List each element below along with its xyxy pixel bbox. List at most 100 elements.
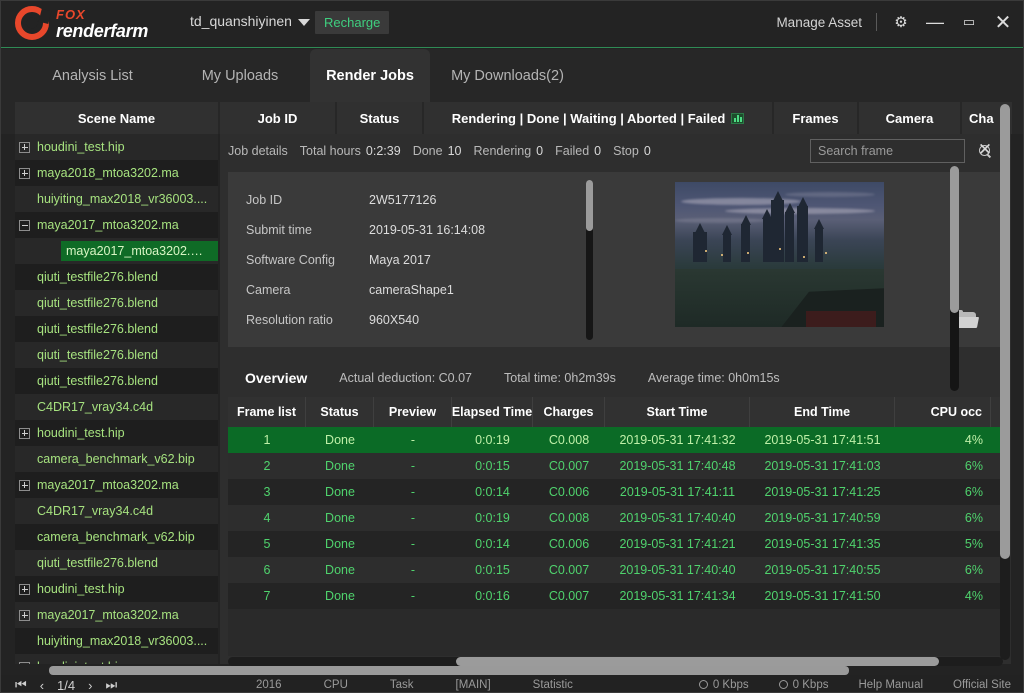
- expand-icon[interactable]: [19, 168, 30, 179]
- expand-icon[interactable]: [19, 584, 30, 595]
- scrollbar-thumb[interactable]: [1000, 104, 1010, 559]
- footer-link[interactable]: Help Manual: [858, 679, 923, 691]
- column-header-job-id[interactable]: Job ID: [220, 102, 335, 134]
- first-page-button[interactable]: ⏮: [15, 677, 27, 693]
- scene-list-item[interactable]: qiuti_testfile276.blend: [15, 342, 218, 368]
- scene-list-item[interactable]: huiyiting_max2018_vr36003....: [15, 186, 218, 212]
- frame-cell-cpu: 4%: [895, 583, 991, 609]
- expand-icon[interactable]: [19, 428, 30, 439]
- scene-list-item[interactable]: qiuti_testfile276.blend: [15, 264, 218, 290]
- job-details-label[interactable]: Job details: [228, 144, 288, 158]
- scene-list-item[interactable]: maya2017_mtoa3202.ma: [15, 602, 218, 628]
- scene-list-item[interactable]: maya2017_mtoa3202.ma..: [15, 238, 218, 264]
- scene-name-list[interactable]: houdini_test.hipmaya2018_mtoa3202.mahuiy…: [15, 134, 218, 664]
- scene-list-item[interactable]: qiuti_testfile276.blend: [15, 316, 218, 342]
- footer-link[interactable]: Official Site: [953, 679, 1011, 691]
- column-header-scene-name[interactable]: Scene Name: [15, 102, 218, 134]
- scene-list-item[interactable]: houdini_test.hip: [15, 134, 218, 160]
- column-header-rendering-states[interactable]: Rendering | Done | Waiting | Aborted | F…: [424, 102, 772, 134]
- frame-cell-elapsed: 0:0:19: [452, 505, 533, 531]
- column-header-status[interactable]: Status: [337, 102, 422, 134]
- frame-table-vertical-scrollbar[interactable]: [950, 166, 959, 391]
- expand-icon[interactable]: [19, 142, 30, 153]
- scene-list-item[interactable]: maya2018_mtoa3202.ma: [15, 160, 218, 186]
- frame-table-row[interactable]: 5Done-0:0:14C0.0062019-05-31 17:41:21201…: [228, 531, 1003, 557]
- prev-page-button[interactable]: ‹: [40, 678, 44, 693]
- frame-column-header[interactable]: CPU occ: [895, 397, 991, 427]
- scene-list-item[interactable]: houdini_test.hip: [15, 654, 218, 664]
- scene-list-item[interactable]: C4DR17_vray34.c4d: [15, 498, 218, 524]
- expand-icon[interactable]: [19, 662, 30, 665]
- last-page-button[interactable]: ⏭: [105, 677, 117, 693]
- scene-list-item-label: qiuti_testfile276.blend: [37, 322, 158, 336]
- scene-list-item[interactable]: camera_benchmark_v62.bip: [15, 446, 218, 472]
- frame-table-horizontal-scrollbar[interactable]: [228, 657, 1003, 666]
- frame-table-row[interactable]: 1Done-0:0:19C0.0082019-05-31 17:41:32201…: [228, 427, 1003, 453]
- minimize-icon[interactable]: —: [925, 12, 945, 32]
- frame-table-row[interactable]: 7Done-0:0:16C0.0072019-05-31 17:41:34201…: [228, 583, 1003, 609]
- expand-icon[interactable]: [19, 480, 30, 491]
- maximize-icon[interactable]: ▭: [959, 12, 979, 32]
- scene-list-item[interactable]: qiuti_testfile276.blend: [15, 368, 218, 394]
- tab-render-jobs[interactable]: Render Jobs: [310, 49, 430, 102]
- scene-list-item[interactable]: qiuti_testfile276.blend: [15, 550, 218, 576]
- scene-list-item[interactable]: houdini_test.hip: [15, 576, 218, 602]
- frame-column-header[interactable]: Elapsed Time: [452, 397, 533, 427]
- frame-table-row[interactable]: 4Done-0:0:19C0.0082019-05-31 17:40:40201…: [228, 505, 1003, 531]
- close-panel-icon[interactable]: ✕: [975, 140, 995, 160]
- frame-table-row[interactable]: 6Done-0:0:15C0.0072019-05-31 17:40:40201…: [228, 557, 1003, 583]
- average-time: Average time: 0h0m15s: [648, 371, 780, 385]
- scene-list-item[interactable]: camera_benchmark_v62.bip: [15, 524, 218, 550]
- search-frame-box[interactable]: [810, 139, 965, 163]
- gear-icon[interactable]: ⚙: [891, 12, 911, 32]
- scene-list-item[interactable]: maya2017_mtoa3202.ma: [15, 212, 218, 238]
- column-header-camera[interactable]: Camera: [859, 102, 960, 134]
- close-icon[interactable]: ✕: [993, 12, 1013, 32]
- scene-list-item[interactable]: huiyiting_max2018_vr36003....: [15, 628, 218, 654]
- frame-table-header: Frame listStatusPreviewElapsed TimeCharg…: [228, 397, 1003, 427]
- render-preview-thumbnail[interactable]: [675, 182, 884, 327]
- column-header-frames[interactable]: Frames: [774, 102, 857, 134]
- bar-chart-icon[interactable]: [731, 113, 744, 124]
- scene-list-horizontal-scrollbar[interactable]: [49, 666, 849, 675]
- scene-list-item[interactable]: C4DR17_vray34.c4d: [15, 394, 218, 420]
- frame-table-row[interactable]: 2Done-0:0:15C0.0072019-05-31 17:40:48201…: [228, 453, 1003, 479]
- collapse-icon[interactable]: [19, 220, 30, 231]
- frame-table-body[interactable]: 1Done-0:0:19C0.0082019-05-31 17:41:32201…: [228, 427, 1003, 609]
- frame-column-header[interactable]: Start Time: [605, 397, 750, 427]
- frame-cell-start: 2019-05-31 17:41:21: [605, 531, 750, 557]
- scene-list-item[interactable]: qiuti_testfile276.blend: [15, 290, 218, 316]
- frame-column-header[interactable]: Frame list: [228, 397, 306, 427]
- tab-analysis-list[interactable]: Analysis List: [15, 49, 170, 102]
- scrollbar-thumb[interactable]: [586, 180, 593, 231]
- job-info-rows: Job ID2W5177126Submit time2019-05-31 16:…: [246, 185, 485, 335]
- page-indicator: 1/4: [57, 678, 75, 693]
- job-info-vertical-scrollbar[interactable]: [586, 180, 593, 340]
- tab-my-uploads[interactable]: My Uploads: [170, 49, 310, 102]
- main-vertical-scrollbar[interactable]: [1000, 104, 1010, 660]
- scene-list-item-label: qiuti_testfile276.blend: [37, 374, 158, 388]
- frame-column-header[interactable]: End Time: [750, 397, 895, 427]
- scene-list-item[interactable]: houdini_test.hip: [15, 420, 218, 446]
- status-bar-stats: 2016CPUTask[MAIN]Statistic: [256, 679, 573, 691]
- scrollbar-thumb[interactable]: [456, 657, 939, 666]
- manage-asset-link[interactable]: Manage Asset: [776, 15, 862, 30]
- job-info-key: Camera: [246, 283, 369, 297]
- expand-icon[interactable]: [19, 610, 30, 621]
- scene-list-item[interactable]: maya2017_mtoa3202.ma: [15, 472, 218, 498]
- scene-list-item-label: huiyiting_max2018_vr36003....: [37, 192, 207, 206]
- job-info-row: Software ConfigMaya 2017: [246, 245, 485, 275]
- overview-bar: Overview Actual deduction: C0.07 Total t…: [228, 359, 1003, 397]
- search-frame-input[interactable]: [818, 144, 979, 158]
- frame-table-row[interactable]: 3Done-0:0:14C0.0062019-05-31 17:41:11201…: [228, 479, 1003, 505]
- frame-column-header[interactable]: Charges: [533, 397, 605, 427]
- next-page-button[interactable]: ›: [88, 678, 92, 693]
- recharge-button[interactable]: Recharge: [315, 11, 389, 34]
- scrollbar-thumb[interactable]: [950, 166, 959, 313]
- scene-list-item-label: qiuti_testfile276.blend: [37, 270, 158, 284]
- frame-cell-cpu: 6%: [895, 505, 991, 531]
- tab-my-downloads[interactable]: My Downloads(2): [430, 49, 585, 102]
- frame-column-header[interactable]: Preview: [374, 397, 452, 427]
- user-menu[interactable]: td_quanshiyinen: [190, 13, 310, 29]
- frame-column-header[interactable]: Status: [306, 397, 374, 427]
